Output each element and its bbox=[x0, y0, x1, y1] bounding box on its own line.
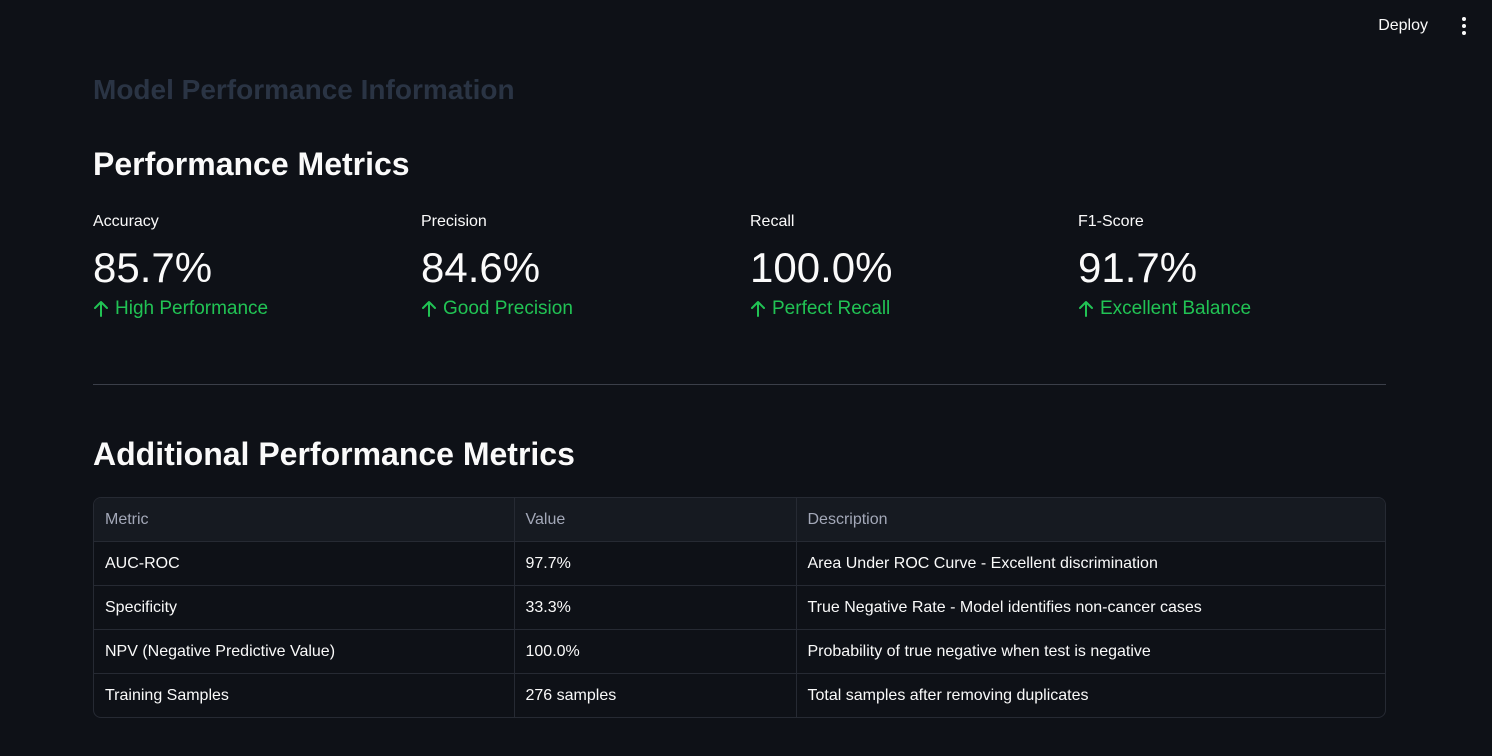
table-cell[interactable]: Specificity bbox=[94, 585, 515, 630]
metric-recall: Recall 100.0% Perfect Recall bbox=[750, 210, 892, 320]
table-cell[interactable]: 33.3% bbox=[514, 585, 797, 630]
table-cell[interactable]: True Negative Rate - Model identifies no… bbox=[796, 585, 1385, 630]
deploy-button[interactable]: Deploy bbox=[1370, 11, 1436, 41]
arrow-up-icon bbox=[751, 301, 765, 317]
page-title: Model Performance Information bbox=[93, 74, 515, 105]
performance-metrics-heading: Performance Metrics bbox=[93, 146, 410, 182]
table-cell[interactable]: Total samples after removing duplicates bbox=[796, 674, 1385, 718]
section-divider bbox=[93, 384, 1386, 385]
metric-delta-text: Good Precision bbox=[443, 298, 573, 319]
table-row: Specificity 33.3% True Negative Rate - M… bbox=[94, 585, 1385, 630]
metric-delta: Good Precision bbox=[421, 298, 573, 320]
metric-delta-text: High Performance bbox=[115, 298, 269, 319]
additional-metrics-heading: Additional Performance Metrics bbox=[93, 436, 575, 472]
table-cell[interactable]: NPV (Negative Predictive Value) bbox=[94, 629, 515, 674]
table-cell[interactable]: Area Under ROC Curve - Excellent discrim… bbox=[796, 541, 1385, 586]
additional-metrics-table[interactable]: Metric Value Description AUC-ROC 97.7% A… bbox=[93, 497, 1386, 718]
metric-precision: Precision 84.6% Good Precision bbox=[421, 210, 573, 320]
top-toolbar: Deploy bbox=[1370, 0, 1492, 52]
metric-label: F1-Score bbox=[1078, 213, 1144, 230]
table-cell[interactable]: AUC-ROC bbox=[94, 541, 515, 586]
table-cell[interactable]: 97.7% bbox=[514, 541, 797, 586]
metric-value: 100.0% bbox=[750, 244, 893, 291]
metric-value: 85.7% bbox=[93, 244, 213, 291]
metric-delta-text: Perfect Recall bbox=[772, 298, 891, 319]
table-cell[interactable]: 276 samples bbox=[514, 673, 797, 717]
metric-delta: Excellent Balance bbox=[1078, 298, 1251, 320]
table-row: NPV (Negative Predictive Value) 100.0% P… bbox=[94, 629, 1385, 674]
table-cell[interactable]: Training Samples bbox=[94, 673, 515, 717]
column-header-metric[interactable]: Metric bbox=[94, 498, 515, 542]
kebab-menu-icon[interactable] bbox=[1454, 12, 1474, 40]
table-row: AUC-ROC 97.7% Area Under ROC Curve - Exc… bbox=[94, 541, 1385, 586]
metric-label: Accuracy bbox=[93, 213, 159, 230]
metric-value: 84.6% bbox=[421, 244, 541, 291]
metric-value: 91.7% bbox=[1078, 244, 1198, 291]
metric-delta-text: Excellent Balance bbox=[1100, 298, 1252, 319]
metric-f1-score: F1-Score 91.7% Excellent Balance bbox=[1078, 210, 1251, 320]
metrics-row: Accuracy 85.7% High Performance Precisio… bbox=[93, 210, 1386, 330]
metric-label: Precision bbox=[421, 213, 487, 230]
arrow-up-icon bbox=[94, 301, 108, 317]
table-header-row: Metric Value Description bbox=[94, 498, 1385, 542]
metric-accuracy: Accuracy 85.7% High Performance bbox=[93, 210, 268, 320]
arrow-up-icon bbox=[1079, 301, 1093, 317]
column-header-description[interactable]: Description bbox=[796, 498, 1385, 542]
metric-delta: Perfect Recall bbox=[750, 298, 892, 320]
table-row: Training Samples 276 samples Total sampl… bbox=[94, 673, 1385, 718]
metric-delta: High Performance bbox=[93, 298, 268, 320]
column-header-value[interactable]: Value bbox=[514, 498, 797, 542]
table-cell[interactable]: 100.0% bbox=[514, 629, 797, 674]
table-cell[interactable]: Probability of true negative when test i… bbox=[796, 629, 1385, 674]
metric-label: Recall bbox=[750, 213, 795, 230]
arrow-up-icon bbox=[422, 301, 436, 317]
